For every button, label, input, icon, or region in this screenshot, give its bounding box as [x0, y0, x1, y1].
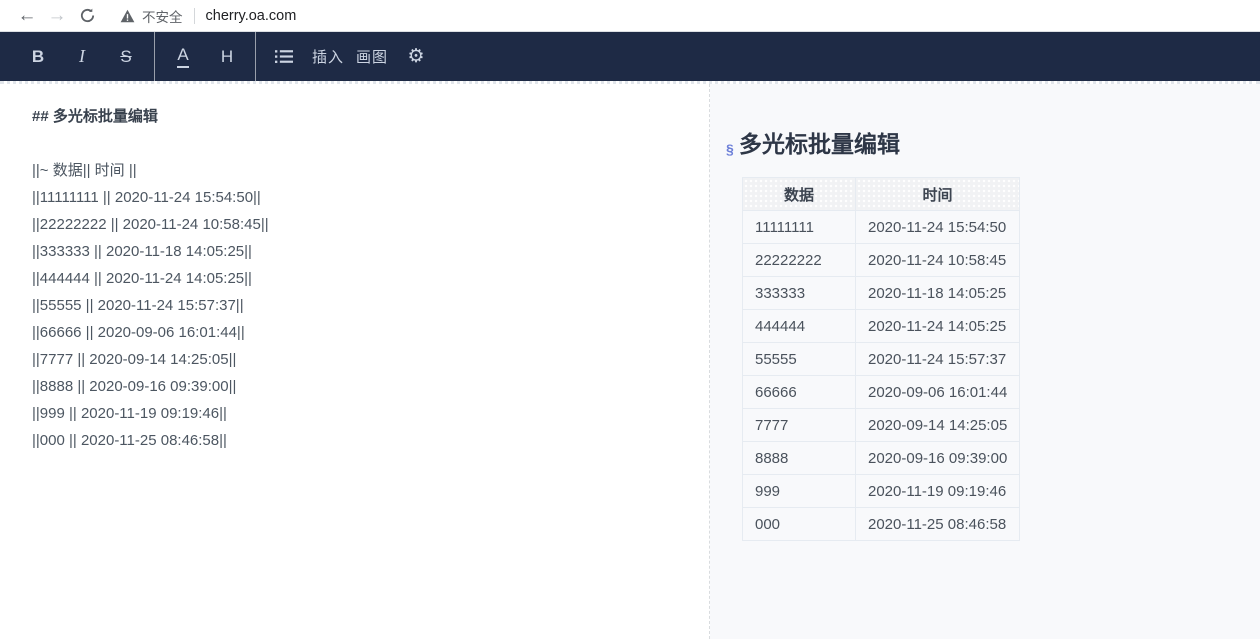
italic-button[interactable]: I	[60, 32, 104, 81]
heading-anchor-link[interactable]: §	[726, 134, 734, 164]
table-row: 222222222020-11-24 10:58:45	[743, 244, 1020, 277]
editor-line: ||7777 || 2020-09-14 14:25:05||	[32, 346, 699, 373]
table-row: 555552020-11-24 15:57:37	[743, 343, 1020, 376]
table-row: 0002020-11-25 08:46:58	[743, 508, 1020, 541]
markdown-editor[interactable]: ## 多光标批量编辑 ||~ 数据|| 时间 ||||11111111 || 2…	[0, 84, 710, 639]
underline-button[interactable]: A	[161, 32, 205, 81]
toolbar-separator	[154, 32, 155, 81]
bold-button[interactable]: B	[16, 32, 60, 81]
editor-line: ||8888 || 2020-09-16 09:39:00||	[32, 373, 699, 400]
table-cell: 8888	[743, 442, 856, 475]
reload-icon[interactable]	[72, 2, 102, 30]
table-cell: 11111111	[743, 211, 856, 244]
forward-icon[interactable]: →	[42, 2, 72, 30]
table-cell: 333333	[743, 277, 856, 310]
editor-line: ||22222222 || 2020-11-24 10:58:45||	[32, 211, 699, 238]
editor-line: ||~ 数据|| 时间 ||	[32, 157, 699, 184]
security-badge[interactable]: 不安全	[142, 6, 183, 26]
table-cell: 2020-09-14 14:25:05	[856, 409, 1020, 442]
back-icon[interactable]: ←	[12, 2, 42, 30]
table-row: 88882020-09-16 09:39:00	[743, 442, 1020, 475]
table-row: 111111112020-11-24 15:54:50	[743, 211, 1020, 244]
table-cell: 22222222	[743, 244, 856, 277]
preview-heading: § 多光标批量编辑	[726, 129, 1260, 159]
table-row: 4444442020-11-24 14:05:25	[743, 310, 1020, 343]
table-cell: 2020-11-18 14:05:25	[856, 277, 1020, 310]
table-header-row: 数据时间	[743, 178, 1020, 211]
table-cell: 2020-11-24 15:57:37	[856, 343, 1020, 376]
preview-table: 数据时间 111111112020-11-24 15:54:5022222222…	[742, 177, 1020, 541]
table-cell: 000	[743, 508, 856, 541]
editor-line	[32, 130, 699, 157]
markdown-preview: § 多光标批量编辑 数据时间 111111112020-11-24 15:54:…	[710, 84, 1260, 639]
table-cell: 2020-11-25 08:46:58	[856, 508, 1020, 541]
insert-button[interactable]: 插入	[306, 32, 350, 81]
table-cell: 2020-11-24 15:54:50	[856, 211, 1020, 244]
table-cell: 7777	[743, 409, 856, 442]
editor-toolbar: B I S A H 插入 画图 ⚙	[0, 32, 1260, 81]
editor-line: ||55555 || 2020-11-24 15:57:37||	[32, 292, 699, 319]
editor-line: ||000 || 2020-11-25 08:46:58||	[32, 427, 699, 454]
strikethrough-button[interactable]: S	[104, 32, 148, 81]
table-header-cell: 数据	[743, 178, 856, 211]
table-cell: 2020-09-06 16:01:44	[856, 376, 1020, 409]
address-bar[interactable]: 不安全 cherry.oa.com	[120, 6, 296, 26]
url-text[interactable]: cherry.oa.com	[206, 8, 297, 24]
table-row: 9992020-11-19 09:19:46	[743, 475, 1020, 508]
table-cell: 2020-11-19 09:19:46	[856, 475, 1020, 508]
content-area: ## 多光标批量编辑 ||~ 数据|| 时间 ||||11111111 || 2…	[0, 81, 1260, 639]
table-row: 3333332020-11-18 14:05:25	[743, 277, 1020, 310]
toolbar-separator	[255, 32, 256, 81]
table-row: 77772020-09-14 14:25:05	[743, 409, 1020, 442]
table-row: 666662020-09-06 16:01:44	[743, 376, 1020, 409]
table-header-cell: 时间	[856, 178, 1020, 211]
editor-line: ||11111111 || 2020-11-24 15:54:50||	[32, 184, 699, 211]
table-cell: 2020-11-24 10:58:45	[856, 244, 1020, 277]
table-cell: 2020-09-16 09:39:00	[856, 442, 1020, 475]
list-button[interactable]	[262, 32, 306, 81]
header-button[interactable]: H	[205, 32, 249, 81]
gear-icon[interactable]: ⚙	[394, 32, 438, 81]
address-separator	[194, 8, 195, 24]
draw-button[interactable]: 画图	[350, 32, 394, 81]
editor-heading-line: ## 多光标批量编辑	[32, 103, 699, 130]
table-cell: 999	[743, 475, 856, 508]
browser-chrome-bar: ← → 不安全 cherry.oa.com	[0, 0, 1260, 32]
editor-line: ||66666 || 2020-09-06 16:01:44||	[32, 319, 699, 346]
table-cell: 66666	[743, 376, 856, 409]
warning-icon	[120, 9, 135, 23]
table-cell: 444444	[743, 310, 856, 343]
underline-button-label: A	[177, 45, 188, 68]
editor-line: ||999 || 2020-11-19 09:19:46||	[32, 400, 699, 427]
editor-line: ||444444 || 2020-11-24 14:05:25||	[32, 265, 699, 292]
editor-line: ||333333 || 2020-11-18 14:05:25||	[32, 238, 699, 265]
table-cell: 55555	[743, 343, 856, 376]
editor-lines: ||~ 数据|| 时间 ||||11111111 || 2020-11-24 1…	[32, 130, 699, 454]
table-cell: 2020-11-24 14:05:25	[856, 310, 1020, 343]
preview-heading-text: 多光标批量编辑	[739, 131, 900, 157]
list-icon	[275, 49, 293, 64]
